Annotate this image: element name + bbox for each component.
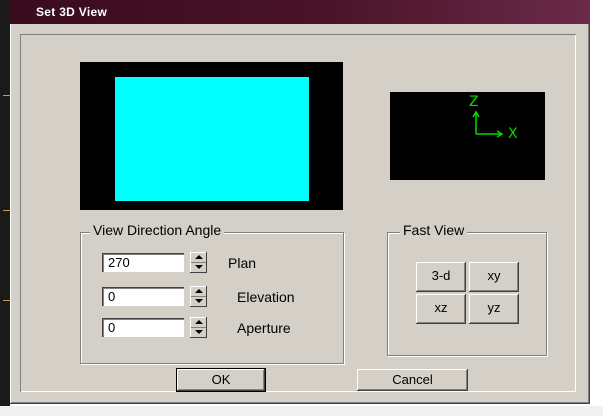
fast-view-group — [387, 232, 547, 356]
spin-down-icon[interactable] — [195, 330, 203, 334]
axis-x-label: X — [508, 126, 518, 142]
plan-label: Plan — [228, 255, 257, 271]
axis-z-label: Z — [469, 94, 479, 110]
fast-view-xy-button[interactable]: xy — [469, 262, 519, 292]
ok-button[interactable]: OK — [176, 368, 266, 392]
app-bottom-area — [0, 406, 603, 416]
elevation-angle-spinner[interactable] — [190, 286, 207, 307]
dialog-title-bar[interactable]: Set 3D View — [10, 0, 590, 24]
aperture-angle-input[interactable]: 0 — [102, 318, 184, 337]
aperture-label: Aperture — [237, 320, 291, 336]
axes-indicator: Z X — [390, 92, 545, 180]
fast-view-group-title: Fast View — [400, 222, 468, 238]
spin-up-icon[interactable] — [195, 289, 203, 293]
dialog-title: Set 3D View — [36, 5, 108, 19]
view-direction-group-title: View Direction Angle — [90, 222, 225, 238]
plan-angle-input[interactable]: 270 — [102, 253, 184, 272]
elevation-angle-input[interactable]: 0 — [102, 287, 184, 306]
spin-up-icon[interactable] — [195, 255, 203, 259]
fast-view-yz-button[interactable]: yz — [469, 294, 519, 324]
preview-model-rectangle — [115, 77, 309, 201]
axes-icon — [472, 110, 504, 138]
spin-down-icon[interactable] — [195, 299, 203, 303]
set-3d-view-dialog: Set 3D View Z X View Direction Angle 270… — [10, 0, 590, 404]
app-left-strip — [0, 0, 10, 416]
view-preview — [80, 62, 343, 210]
fast-view-3d-button[interactable]: 3-d — [416, 262, 466, 292]
elevation-label: Elevation — [237, 289, 295, 305]
aperture-angle-spinner[interactable] — [190, 317, 207, 338]
fast-view-xz-button[interactable]: xz — [416, 294, 466, 324]
cancel-button[interactable]: Cancel — [357, 369, 468, 391]
plan-angle-spinner[interactable] — [190, 252, 207, 273]
spin-down-icon[interactable] — [195, 265, 203, 269]
spin-up-icon[interactable] — [195, 320, 203, 324]
